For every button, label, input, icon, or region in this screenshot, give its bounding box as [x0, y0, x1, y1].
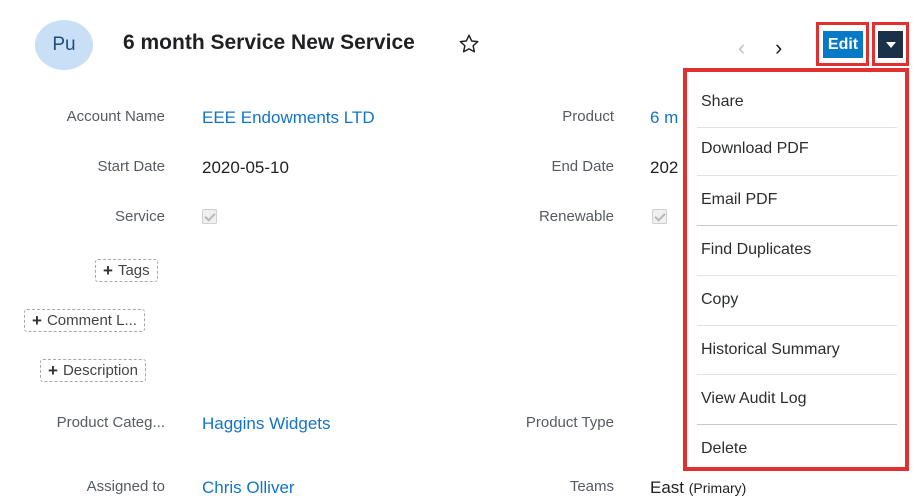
comment-button-label: Comment L... — [46, 312, 137, 329]
service-checkbox — [202, 209, 217, 224]
add-comment-log-button[interactable]: + Comment L... — [24, 309, 145, 332]
avatar: Pu — [35, 20, 93, 70]
caret-down-icon — [885, 41, 896, 48]
plus-icon: + — [48, 360, 58, 380]
add-description-button[interactable]: + Description — [40, 359, 146, 382]
menu-item-copy[interactable]: Copy — [697, 275, 897, 325]
add-tags-button[interactable]: + Tags — [95, 259, 158, 282]
product-category-label: Product Categ... — [56, 414, 165, 431]
account-name-label: Account Name — [66, 108, 165, 125]
menu-item-find-duplicates[interactable]: Find Duplicates — [697, 225, 897, 275]
edit-button[interactable]: Edit — [823, 31, 863, 58]
description-button-label: Description — [62, 362, 138, 379]
start-date-value: 2020-05-10 — [202, 158, 289, 177]
page-title: 6 month Service New Service — [123, 31, 415, 54]
tags-button-label: Tags — [117, 262, 150, 279]
product-label: Product — [562, 108, 614, 125]
menu-item-historical-summary[interactable]: Historical Summary — [697, 325, 897, 375]
menu-item-share[interactable]: Share — [697, 77, 897, 127]
menu-item-email-pdf[interactable]: Email PDF — [697, 175, 897, 225]
plus-icon: + — [103, 260, 113, 280]
actions-dropdown-button[interactable] — [878, 31, 903, 58]
product-category-link[interactable]: Haggins Widgets — [202, 414, 331, 434]
renewable-checkbox — [652, 209, 667, 224]
team-primary-suffix: (Primary) — [688, 480, 747, 496]
team-name: East — [650, 478, 685, 497]
next-record-icon[interactable]: › — [775, 35, 782, 61]
product-link[interactable]: 6 m — [650, 108, 678, 128]
end-date-label: End Date — [551, 158, 614, 175]
star-icon[interactable] — [458, 33, 480, 55]
product-type-label: Product Type — [525, 414, 614, 431]
actions-dropdown-menu: Share Download PDF Email PDF Find Duplic… — [683, 68, 909, 471]
renewable-label: Renewable — [538, 208, 614, 225]
teams-value: East (Primary) — [650, 478, 746, 498]
menu-item-download-pdf[interactable]: Download PDF — [697, 124, 897, 174]
menu-item-delete[interactable]: Delete — [697, 424, 897, 474]
end-date-value: 202 — [650, 158, 679, 177]
plus-icon: + — [32, 310, 42, 330]
start-date-label: Start Date — [97, 158, 165, 175]
account-name-link[interactable]: EEE Endowments LTD — [202, 108, 375, 128]
assigned-to-link[interactable]: Chris Olliver — [202, 478, 295, 498]
previous-record-icon[interactable]: ‹ — [738, 35, 745, 61]
service-label: Service — [114, 208, 165, 225]
teams-label: Teams — [569, 478, 614, 495]
menu-item-view-audit-log[interactable]: View Audit Log — [697, 374, 897, 424]
assigned-to-label: Assigned to — [86, 478, 165, 495]
